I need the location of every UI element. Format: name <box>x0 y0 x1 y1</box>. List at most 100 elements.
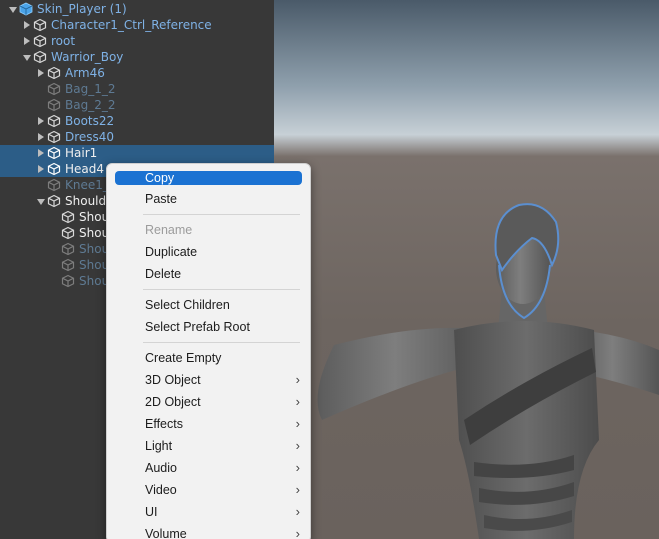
gameobject-cube-icon <box>33 18 47 32</box>
hierarchy-item-warrior-boy[interactable]: Warrior_Boy <box>0 49 274 65</box>
hierarchy-item-label: Shou <box>79 258 110 272</box>
expand-arrow-icon[interactable] <box>38 69 44 77</box>
menu-item-label: UI <box>145 505 158 519</box>
expand-arrow-icon[interactable] <box>24 37 30 45</box>
menu-item-label: Volume <box>145 527 187 539</box>
menu-item-label: Duplicate <box>145 245 198 259</box>
hierarchy-item-label: Skin_Player (1) <box>37 2 127 16</box>
menu-item-effects[interactable]: Effects › <box>115 414 302 434</box>
chevron-right-icon: › <box>295 394 300 409</box>
hierarchy-item-label: Boots22 <box>65 114 115 128</box>
menu-item-label: Rename <box>145 223 193 237</box>
expand-arrow-icon[interactable] <box>24 21 30 29</box>
chevron-right-icon: › <box>295 504 300 519</box>
menu-separator <box>143 342 300 343</box>
hierarchy-item-label: Bag_2_2 <box>65 98 116 112</box>
expand-arrow-icon[interactable] <box>38 165 44 173</box>
gameobject-cube-icon <box>47 178 61 192</box>
menu-item-label: Delete <box>145 267 182 281</box>
hierarchy-item-dress40[interactable]: Dress40 <box>0 129 274 145</box>
hierarchy-item-arm46[interactable]: Arm46 <box>0 65 274 81</box>
hierarchy-item-root[interactable]: root <box>0 33 274 49</box>
expand-arrow-icon[interactable] <box>9 7 17 13</box>
gameobject-cube-icon <box>47 114 61 128</box>
menu-item-volume[interactable]: Volume › <box>115 524 302 539</box>
gameobject-cube-icon <box>61 242 75 256</box>
menu-item-3d-object[interactable]: 3D Object › <box>115 370 302 390</box>
menu-item-rename[interactable]: Rename <box>115 220 302 240</box>
menu-item-label: Audio <box>145 461 177 475</box>
gameobject-cube-icon <box>47 66 61 80</box>
menu-item-label: Effects <box>145 417 183 431</box>
hierarchy-item-bag-1-2[interactable]: Bag_1_2 <box>0 81 274 97</box>
gameobject-cube-icon <box>33 50 47 64</box>
menu-separator <box>143 289 300 290</box>
hierarchy-item-bag-2-2[interactable]: Bag_2_2 <box>0 97 274 113</box>
chevron-right-icon: › <box>295 482 300 497</box>
expand-arrow-icon[interactable] <box>38 133 44 141</box>
menu-item-label: Copy <box>145 171 175 185</box>
menu-item-light[interactable]: Light › <box>115 436 302 456</box>
hierarchy-item-label: Should <box>65 194 107 208</box>
chevron-right-icon: › <box>295 438 300 453</box>
chevron-right-icon: › <box>295 372 300 387</box>
prefab-cube-icon <box>19 2 33 16</box>
chevron-right-icon: › <box>295 416 300 431</box>
expand-arrow-icon[interactable] <box>38 117 44 125</box>
hierarchy-item-hair1[interactable]: Hair1 <box>0 145 274 161</box>
gameobject-cube-icon <box>61 226 75 240</box>
gameobject-cube-icon <box>61 274 75 288</box>
gameobject-cube-icon <box>47 82 61 96</box>
menu-item-label: Video <box>145 483 177 497</box>
gameobject-cube-icon <box>47 194 61 208</box>
menu-item-label: 3D Object <box>145 373 201 387</box>
gameobject-cube-icon <box>61 210 75 224</box>
menu-separator <box>143 214 300 215</box>
hierarchy-item-label: Shou <box>79 210 110 224</box>
gameobject-cube-icon <box>33 34 47 48</box>
expand-arrow-icon[interactable] <box>23 55 31 61</box>
gameobject-cube-icon <box>47 98 61 112</box>
hierarchy-item-label: Shou <box>79 242 110 256</box>
menu-item-paste[interactable]: Paste <box>115 189 302 209</box>
hierarchy-item-label: Knee1_ <box>65 178 109 192</box>
menu-item-create-empty[interactable]: Create Empty <box>115 348 302 368</box>
gameobject-cube-icon <box>47 146 61 160</box>
menu-item-label: Select Prefab Root <box>145 320 250 334</box>
menu-item-ui[interactable]: UI › <box>115 502 302 522</box>
hierarchy-item-label: Shou <box>79 274 110 288</box>
expand-arrow-icon[interactable] <box>37 199 45 205</box>
hierarchy-item-label: Bag_1_2 <box>65 82 116 96</box>
gameobject-cube-icon <box>47 162 61 176</box>
menu-item-select-prefab-root[interactable]: Select Prefab Root <box>115 317 302 337</box>
expand-arrow-icon[interactable] <box>38 149 44 157</box>
hierarchy-item-label: Character1_Ctrl_Reference <box>51 18 212 32</box>
character-model[interactable] <box>274 0 659 539</box>
hierarchy-item-label: Dress40 <box>65 130 115 144</box>
menu-item-video[interactable]: Video › <box>115 480 302 500</box>
context-menu: Copy Paste Rename Duplicate Delete Selec… <box>106 163 311 539</box>
hierarchy-item-boots22[interactable]: Boots22 <box>0 113 274 129</box>
hierarchy-item-label: Hair1 <box>65 146 98 160</box>
menu-item-copy[interactable]: Copy <box>115 171 302 185</box>
hierarchy-item-character1-ctrl-reference[interactable]: Character1_Ctrl_Reference <box>0 17 274 33</box>
menu-item-duplicate[interactable]: Duplicate <box>115 242 302 262</box>
hierarchy-item-skin-player[interactable]: Skin_Player (1) <box>0 1 274 17</box>
hierarchy-item-label: root <box>51 34 76 48</box>
hierarchy-item-label: Warrior_Boy <box>51 50 124 64</box>
menu-item-label: Paste <box>145 192 177 206</box>
hierarchy-item-label: Arm46 <box>65 66 105 80</box>
gameobject-cube-icon <box>47 130 61 144</box>
scene-view[interactable] <box>274 0 659 539</box>
chevron-right-icon: › <box>295 460 300 475</box>
hierarchy-item-label: Shou <box>79 226 110 240</box>
menu-item-delete[interactable]: Delete <box>115 264 302 284</box>
chevron-right-icon: › <box>295 526 300 539</box>
menu-item-select-children[interactable]: Select Children <box>115 295 302 315</box>
menu-item-2d-object[interactable]: 2D Object › <box>115 392 302 412</box>
menu-item-label: Light <box>145 439 173 453</box>
gameobject-cube-icon <box>61 258 75 272</box>
menu-item-label: Select Children <box>145 298 230 312</box>
menu-item-audio[interactable]: Audio › <box>115 458 302 478</box>
hierarchy-item-label: Head4 <box>65 162 105 176</box>
